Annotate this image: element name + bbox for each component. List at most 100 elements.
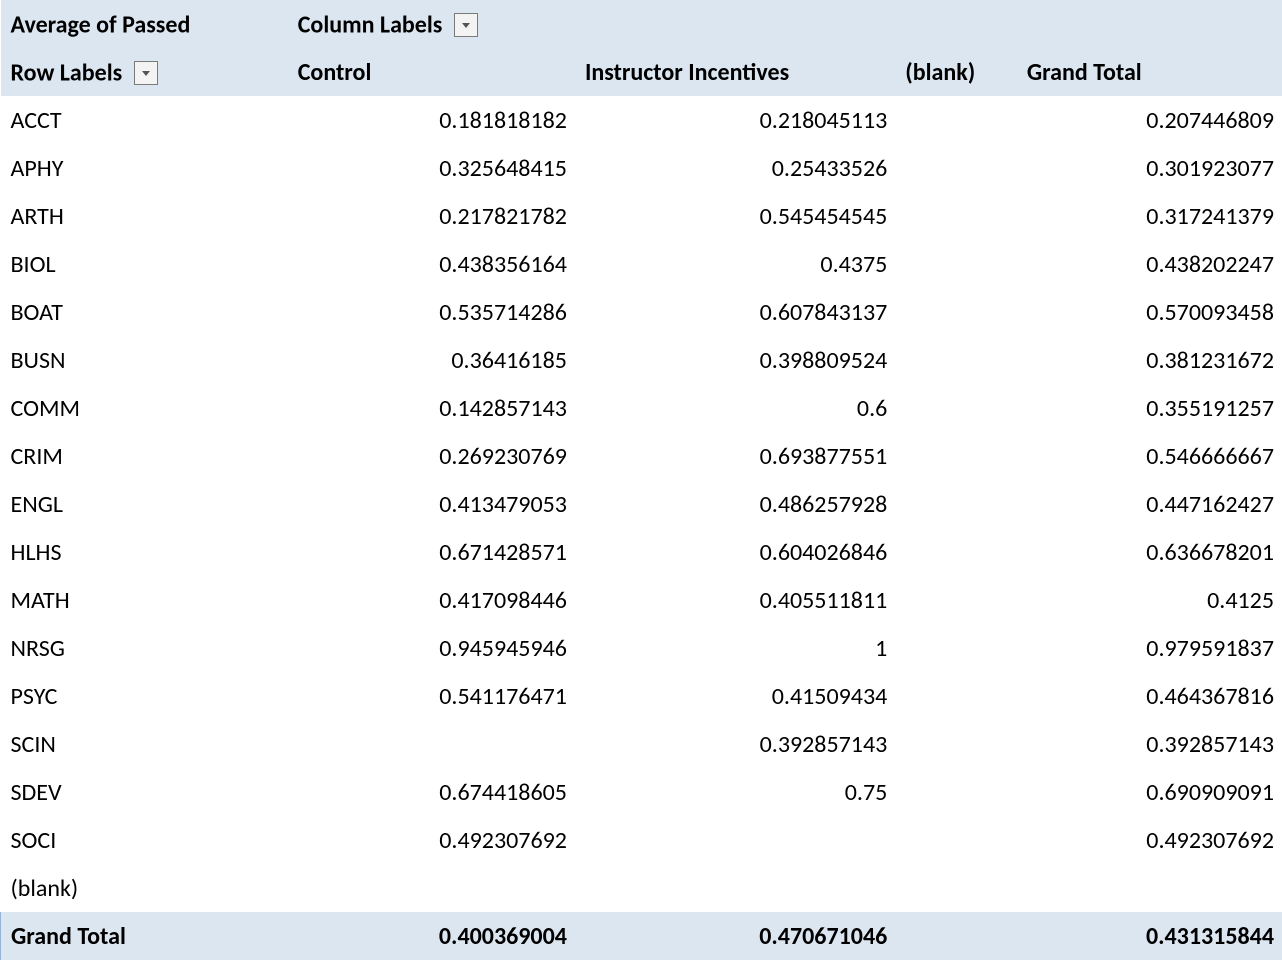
cell-blank — [895, 672, 1017, 720]
cell-incentives: 0.545454545 — [575, 192, 895, 240]
cell-grand: 0.447162427 — [1017, 480, 1282, 528]
cell-incentives: 0.6 — [575, 384, 895, 432]
grand-total-grand: 0.431315844 — [1017, 912, 1282, 960]
cell-blank — [895, 144, 1017, 192]
cell-control: 0.36416185 — [288, 336, 575, 384]
cell-blank — [895, 576, 1017, 624]
cell-grand: 0.355191257 — [1017, 384, 1282, 432]
cell-control: 0.325648415 — [288, 144, 575, 192]
table-row: MATH0.4170984460.4055118110.4125 — [1, 576, 1282, 624]
cell-incentives: 0.25433526 — [575, 144, 895, 192]
table-row: CRIM0.2692307690.6938775510.546666667 — [1, 432, 1282, 480]
cell-blank — [895, 528, 1017, 576]
table-row: SCIN 0.392857143 0.392857143 — [1, 720, 1282, 768]
table-row: PSYC0.5411764710.41509434 0.464367816 — [1, 672, 1282, 720]
row-label: NRSG — [1, 624, 288, 672]
cell-blank — [895, 288, 1017, 336]
cell-grand — [1017, 864, 1282, 912]
table-row: (blank) — [1, 864, 1282, 912]
cell-incentives: 0.4375 — [575, 240, 895, 288]
column-labels-text: Column Labels — [298, 10, 443, 39]
cell-grand: 0.464367816 — [1017, 672, 1282, 720]
cell-incentives: 0.392857143 — [575, 720, 895, 768]
pivot-table: Average of Passed Column Labels Row Labe… — [0, 0, 1282, 960]
grand-total-label: Grand Total — [1, 912, 288, 960]
cell-grand: 0.381231672 — [1017, 336, 1282, 384]
cell-blank — [895, 96, 1017, 144]
table-row: SOCI0.4923076920.492307692 — [1, 816, 1282, 864]
pivot-header-row-2: Row Labels Control Instructor Incentives… — [1, 48, 1282, 96]
measure-label: Average of Passed — [1, 0, 288, 48]
cell-grand: 0.492307692 — [1017, 816, 1282, 864]
cell-blank — [895, 336, 1017, 384]
table-row: BOAT0.5357142860.607843137 0.570093458 — [1, 288, 1282, 336]
cell-grand: 0.570093458 — [1017, 288, 1282, 336]
row-label: SCIN — [1, 720, 288, 768]
grand-total-incentives: 0.470671046 — [575, 912, 895, 960]
cell-incentives: 0.604026846 — [575, 528, 895, 576]
cell-control: 0.541176471 — [288, 672, 575, 720]
table-row: SDEV0.6744186050.750.690909091 — [1, 768, 1282, 816]
col-header-blank: (blank) — [895, 48, 1017, 96]
col-header-grand: Grand Total — [1017, 48, 1282, 96]
col-header-control: Control — [288, 48, 575, 96]
chevron-down-icon — [141, 68, 151, 78]
table-row: COMM0.1428571430.6 0.355191257 — [1, 384, 1282, 432]
cell-grand: 0.636678201 — [1017, 528, 1282, 576]
cell-control: 0.181818182 — [288, 96, 575, 144]
row-labels-dropdown[interactable] — [134, 61, 158, 85]
cell-blank — [895, 864, 1017, 912]
cell-control: 0.438356164 — [288, 240, 575, 288]
table-row: ACCT0.1818181820.2180451130.207446809 — [1, 96, 1282, 144]
cell-control: 0.535714286 — [288, 288, 575, 336]
table-row: BUSN0.364161850.3988095240.381231672 — [1, 336, 1282, 384]
cell-grand: 0.690909091 — [1017, 768, 1282, 816]
column-labels-dropdown[interactable] — [454, 13, 478, 37]
table-row: ENGL0.4134790530.486257928 0.447162427 — [1, 480, 1282, 528]
cell-blank — [895, 384, 1017, 432]
cell-incentives: 0.607843137 — [575, 288, 895, 336]
table-row: ARTH0.2178217820.5454545450.317241379 — [1, 192, 1282, 240]
cell-blank — [895, 768, 1017, 816]
cell-grand: 0.301923077 — [1017, 144, 1282, 192]
row-label: COMM — [1, 384, 288, 432]
cell-blank — [895, 720, 1017, 768]
cell-incentives: 1 — [575, 624, 895, 672]
cell-blank — [895, 240, 1017, 288]
row-label: BIOL — [1, 240, 288, 288]
cell-control: 0.945945946 — [288, 624, 575, 672]
row-label: PSYC — [1, 672, 288, 720]
cell-blank — [895, 624, 1017, 672]
cell-blank — [895, 192, 1017, 240]
cell-control: 0.674418605 — [288, 768, 575, 816]
cell-control: 0.492307692 — [288, 816, 575, 864]
cell-control — [288, 720, 575, 768]
row-label: ENGL — [1, 480, 288, 528]
table-row: HLHS0.6714285710.604026846 0.636678201 — [1, 528, 1282, 576]
cell-blank — [895, 432, 1017, 480]
row-labels-text: Row Labels — [11, 58, 123, 87]
grand-total-control: 0.400369004 — [288, 912, 575, 960]
cell-grand: 0.392857143 — [1017, 720, 1282, 768]
cell-control: 0.142857143 — [288, 384, 575, 432]
cell-control: 0.671428571 — [288, 528, 575, 576]
pivot-body: ACCT0.1818181820.2180451130.207446809APH… — [1, 96, 1282, 912]
grand-total-row: Grand Total 0.400369004 0.470671046 0.43… — [1, 912, 1282, 960]
cell-incentives: 0.41509434 — [575, 672, 895, 720]
chevron-down-icon — [461, 20, 471, 30]
cell-control: 0.413479053 — [288, 480, 575, 528]
cell-incentives — [575, 864, 895, 912]
cell-control: 0.417098446 — [288, 576, 575, 624]
table-row: NRSG0.94594594610.979591837 — [1, 624, 1282, 672]
cell-grand: 0.4125 — [1017, 576, 1282, 624]
row-label: BOAT — [1, 288, 288, 336]
cell-incentives: 0.486257928 — [575, 480, 895, 528]
row-label: HLHS — [1, 528, 288, 576]
cell-incentives: 0.405511811 — [575, 576, 895, 624]
row-label: SOCI — [1, 816, 288, 864]
row-label: (blank) — [1, 864, 288, 912]
cell-control: 0.217821782 — [288, 192, 575, 240]
table-row: BIOL0.4383561640.43750.438202247 — [1, 240, 1282, 288]
row-label: ACCT — [1, 96, 288, 144]
cell-blank — [895, 480, 1017, 528]
